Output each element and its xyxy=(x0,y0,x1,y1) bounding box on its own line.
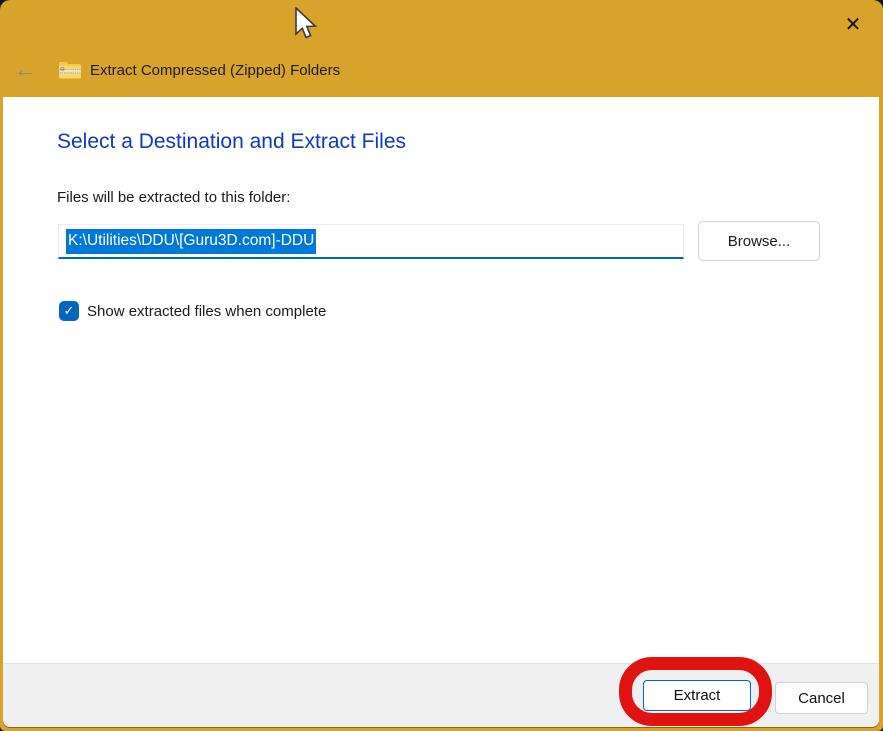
cancel-button[interactable]: Cancel xyxy=(775,682,868,714)
titlebar: ✕ ← Extract Compressed (Zipped) Folders xyxy=(0,0,883,97)
dialog-footer: Extract Cancel xyxy=(3,663,879,727)
browse-button[interactable]: Browse... xyxy=(698,221,820,261)
show-files-checkbox[interactable]: ✓ xyxy=(59,301,79,321)
destination-path-value: K:\Utilities\DDU\[Guru3D.com]-DDU xyxy=(66,229,316,254)
zipped-folder-icon xyxy=(58,60,82,80)
dialog-title: Extract Compressed (Zipped) Folders xyxy=(90,62,340,79)
back-arrow-icon[interactable]: ← xyxy=(14,59,40,81)
destination-path-input[interactable]: K:\Utilities\DDU\[Guru3D.com]-DDU xyxy=(58,224,684,259)
nav-row: ← Extract Compressed (Zipped) Folders xyxy=(14,56,340,84)
show-files-checkbox-label: Show extracted files when complete xyxy=(87,303,326,320)
close-icon[interactable]: ✕ xyxy=(839,10,867,38)
destination-label: Files will be extracted to this folder: xyxy=(57,189,290,206)
extract-wizard-window: ✕ ← Extract Compressed (Zipped) Folders … xyxy=(0,0,883,731)
dialog-body: Select a Destination and Extract Files F… xyxy=(3,97,879,663)
screenshot-root: ✕ ← Extract Compressed (Zipped) Folders … xyxy=(0,0,883,731)
page-title: Select a Destination and Extract Files xyxy=(57,130,406,154)
show-files-checkbox-row: ✓ Show extracted files when complete xyxy=(59,301,326,321)
extract-button[interactable]: Extract xyxy=(643,680,751,711)
